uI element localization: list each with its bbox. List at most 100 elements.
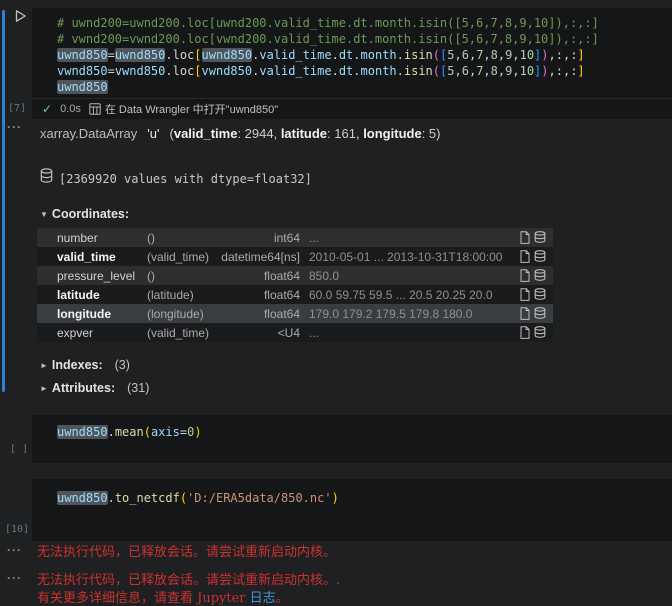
code-token: # uwnd200=uwnd200.loc[uwnd200.valid_time… [57, 16, 599, 30]
coordinate-name: longitude [37, 307, 147, 321]
coordinate-vals: 850.0 [305, 269, 511, 283]
code-token: ( [433, 64, 440, 78]
success-check-icon: ✓ [42, 102, 52, 116]
code-token: valid_time [259, 48, 331, 62]
execution-time: 0.0s [60, 103, 81, 115]
code-token: . [108, 425, 115, 439]
code-line: uwnd850=uwnd850.loc[uwnd850.valid_time.d… [57, 47, 672, 63]
xarray-type-label: xarray.DataArray [40, 126, 137, 141]
row-action-icons [511, 231, 553, 244]
coordinates-section-header[interactable]: ▼Coordinates: [40, 207, 557, 221]
coordinate-row: longitude(longitude)float64179.0 179.2 1… [37, 304, 553, 323]
code-token: , [454, 48, 461, 62]
database-icon[interactable] [534, 326, 546, 339]
code-cell-1[interactable]: # uwnd200=uwnd200.loc[uwnd200.valid_time… [32, 8, 672, 119]
indexes-section-header[interactable]: ►Indexes:(3) [40, 358, 557, 372]
xarray-header: xarray.DataArray'u'(valid_time: 2944, la… [40, 126, 557, 141]
code-cell-2[interactable]: uwnd850.mean(axis=0) [32, 415, 672, 463]
database-icon[interactable] [534, 231, 546, 244]
code-token: month [361, 64, 397, 78]
code-token: . [332, 48, 339, 62]
code-token: month [361, 48, 397, 62]
execution-count-2: [ ] [10, 444, 28, 455]
file-icon[interactable] [520, 288, 530, 301]
coordinate-dtype: int64 [209, 231, 305, 245]
code-token: 10 [520, 48, 534, 62]
code-token: = [180, 425, 187, 439]
database-icon[interactable] [534, 307, 546, 320]
file-icon[interactable] [520, 269, 530, 282]
output-collapse-icon[interactable]: ··· [7, 543, 22, 557]
database-icon[interactable] [534, 288, 546, 301]
file-icon[interactable] [520, 326, 530, 339]
code-token: uwnd850 [57, 48, 108, 62]
file-icon[interactable] [520, 307, 530, 320]
coordinate-row: number()int64... [37, 228, 553, 247]
focused-cell-indicator [2, 10, 5, 392]
triangle-down-icon: ▼ [40, 210, 48, 219]
database-icon[interactable] [534, 250, 546, 263]
database-icon[interactable] [40, 168, 53, 184]
run-cell-icon[interactable] [12, 8, 28, 24]
coordinate-row: valid_time(valid_time)datetime64[ns]2010… [37, 247, 553, 266]
jupyter-log-link[interactable]: 日志 [250, 591, 276, 606]
coordinate-row: expver(valid_time)<U4... [37, 323, 553, 342]
code-token: ) [541, 48, 548, 62]
coordinate-vals: 60.0 59.75 59.5 ... 20.5 20.25 20.0 [305, 288, 511, 302]
code-token: . [353, 64, 360, 78]
code-line: uwnd850.mean(axis=0) [57, 424, 672, 440]
database-icon[interactable] [534, 269, 546, 282]
coordinates-table: number()int64...valid_time(valid_time)da… [37, 228, 553, 342]
xarray-output: xarray.DataArray'u'(valid_time: 2944, la… [37, 126, 557, 395]
coordinate-row: pressure_level()float64850.0 [37, 266, 553, 285]
attributes-section-header[interactable]: ►Attributes:(31) [40, 381, 557, 395]
code-token: , [483, 48, 490, 62]
code-token: vwnd850 [115, 64, 166, 78]
code-token: # vwnd200=vwnd200.loc[vwnd200.valid_time… [57, 32, 599, 46]
code-token: ,:,: [549, 64, 578, 78]
error-text: 有关更多详细信息，请查看 Jupyter [37, 591, 250, 606]
code-token: ( [433, 48, 440, 62]
code-line: uwnd850.to_netcdf('D:/ERA5data/850.nc') [57, 490, 672, 506]
code-token: dt [339, 64, 353, 78]
code-token: ) [541, 64, 548, 78]
code-line: # uwnd200=uwnd200.loc[uwnd200.valid_time… [57, 15, 672, 31]
attributes-count: (31) [127, 381, 149, 395]
notebook-editor: { "colors": { "focus_bar_blue": "#2f81d7… [0, 0, 672, 600]
indexes-label: Indexes: [52, 358, 103, 372]
code-editor-1[interactable]: # uwnd200=uwnd200.loc[uwnd200.valid_time… [32, 8, 672, 95]
coordinate-name: number [37, 231, 147, 245]
coordinate-dtype: float64 [209, 269, 305, 283]
coordinate-vals: ... [305, 231, 511, 245]
xarray-data-summary: [2369920 values with dtype=float32] [40, 166, 557, 186]
code-editor-3[interactable]: uwnd850.to_netcdf('D:/ERA5data/850.nc') [32, 479, 672, 506]
code-editor-2[interactable]: uwnd850.mean(axis=0) [32, 415, 672, 440]
coordinate-dims: (valid_time) [147, 326, 209, 340]
code-token: .loc [165, 64, 194, 78]
code-token: uwnd850 [57, 425, 108, 439]
coordinate-row: latitude(latitude)float6460.0 59.75 59.5… [37, 285, 553, 304]
error-text: 无法执行代码，已释放会话。请尝试重新启动内核。. [37, 573, 340, 588]
output-collapse-icon[interactable]: ··· [7, 571, 22, 585]
code-token: isin [404, 64, 433, 78]
array-values-summary: [2369920 values with dtype=float32] [59, 172, 312, 186]
code-cell-3[interactable]: uwnd850.to_netcdf('D:/ERA5data/850.nc') [32, 479, 672, 541]
code-token: . [353, 48, 360, 62]
code-token: , [483, 64, 490, 78]
code-token: vwnd850 [202, 64, 253, 78]
code-line: vwnd850=vwnd850.loc[vwnd850.valid_time.d… [57, 63, 672, 79]
triangle-right-icon: ► [40, 384, 48, 393]
xarray-dims: (valid_time: 2944, latitude: 161, longit… [170, 126, 441, 141]
code-token: , [512, 48, 519, 62]
code-token: . [397, 64, 404, 78]
output-collapse-icon[interactable]: ··· [7, 120, 22, 134]
data-wrangler-label: 在 Data Wrangler 中打开"uwnd850" [105, 101, 278, 117]
code-token: uwnd850 [57, 80, 108, 94]
code-token: [ [194, 64, 201, 78]
file-icon[interactable] [520, 231, 530, 244]
code-line: # vwnd200=vwnd200.loc[vwnd200.valid_time… [57, 31, 672, 47]
code-token: uwnd850 [115, 48, 166, 62]
data-wrangler-action[interactable]: 在 Data Wrangler 中打开"uwnd850" [89, 101, 278, 117]
file-icon[interactable] [520, 250, 530, 263]
code-token: ( [180, 491, 187, 505]
